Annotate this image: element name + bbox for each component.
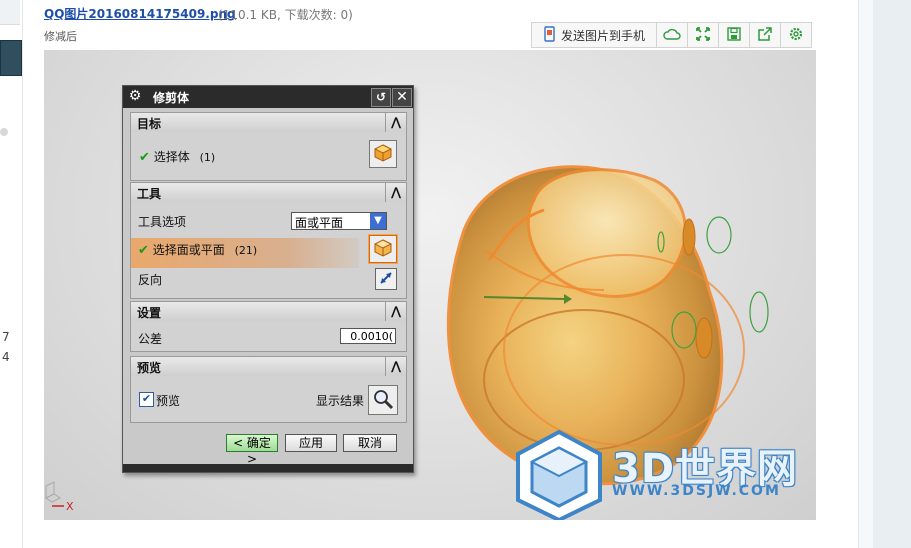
triad-x-label: X	[66, 500, 74, 513]
check-icon: ✔	[139, 150, 150, 165]
collapse-icon[interactable]: ⋀	[385, 302, 406, 321]
tool-option-label: 工具选项	[138, 215, 187, 229]
section-tool-header[interactable]: 工具 ⋀	[130, 182, 407, 203]
share-icon	[758, 26, 772, 44]
send-to-phone-label: 发送图片到手机	[560, 28, 645, 43]
save-button[interactable]	[718, 22, 750, 48]
section-target-body: ✔ 选择体 (1)	[130, 132, 407, 181]
fullscreen-button[interactable]	[687, 22, 719, 48]
select-face-label: 选择面或平面	[152, 243, 225, 257]
reset-icon[interactable]: ↺	[371, 88, 391, 107]
dialog-title: 修剪体	[153, 91, 190, 105]
trim-body-dialog: ⚙ 修剪体 ↺ ✕ 目标 ⋀ ✔ 选择体 (1) 工具 ⋀ 工具选项 面或平面 …	[122, 85, 414, 473]
image-caption: 修减后	[44, 30, 77, 43]
section-settings-header[interactable]: 设置 ⋀	[130, 301, 407, 322]
left-strip: 7 4	[0, 0, 23, 548]
left-strip-dot	[0, 128, 8, 136]
show-result-label: 显示结果	[316, 394, 365, 408]
section-target-header[interactable]: 目标 ⋀	[130, 112, 407, 133]
section-tool-label: 工具	[137, 187, 162, 201]
tool-option-value: 面或平面	[295, 216, 344, 230]
select-body-count: (1)	[199, 151, 216, 164]
preview-checkbox[interactable]: ✔	[139, 392, 154, 407]
phone-send-icon	[543, 25, 557, 45]
save-icon	[727, 26, 741, 44]
cancel-button[interactable]: 取消	[343, 434, 397, 452]
cloud-button[interactable]	[656, 22, 688, 48]
apply-button[interactable]: 应用	[285, 434, 337, 452]
tolerance-label: 公差	[138, 332, 163, 346]
select-face-count: (21)	[234, 244, 258, 257]
settings-icon	[788, 26, 804, 45]
select-face-text: ✔ 选择面或平面 (21)	[138, 241, 257, 258]
left-strip-number: 4	[2, 350, 10, 364]
select-face-button[interactable]	[369, 235, 397, 263]
dialog-gear-icon[interactable]: ⚙	[127, 88, 143, 104]
dialog-titlebar[interactable]: ⚙ 修剪体 ↺ ✕	[123, 86, 413, 108]
reverse-direction-button[interactable]	[375, 268, 397, 290]
tool-option-select[interactable]: 面或平面 ▼	[291, 212, 387, 230]
collapse-icon[interactable]: ⋀	[385, 113, 406, 132]
magnifier-icon	[372, 388, 394, 413]
dialog-footer	[123, 464, 413, 472]
cube-icon	[373, 143, 393, 165]
select-body-row[interactable]: ✔ 选择体 (1)	[139, 148, 215, 165]
share-button[interactable]	[749, 22, 781, 48]
face-cube-icon	[373, 238, 393, 260]
close-icon[interactable]: ✕	[392, 88, 412, 107]
tolerance-input[interactable]: 0.0010(	[340, 328, 396, 344]
reverse-label: 反向	[138, 273, 163, 287]
section-preview-label: 预览	[137, 361, 162, 375]
section-settings-label: 设置	[137, 306, 162, 320]
fullscreen-icon	[696, 26, 710, 44]
section-target-label: 目标	[137, 117, 162, 131]
send-to-phone-button[interactable]: 发送图片到手机	[531, 22, 657, 48]
preview-label: 预览	[156, 394, 181, 408]
reverse-direction-icon	[379, 271, 393, 288]
collapse-icon[interactable]: ⋀	[385, 357, 406, 376]
collapse-icon[interactable]: ⋀	[385, 183, 406, 202]
cloud-icon	[663, 27, 681, 44]
select-body-label: 选择体	[153, 150, 190, 164]
watermark-logo	[516, 430, 602, 520]
ok-button[interactable]: < 确定 >	[226, 434, 278, 466]
right-gutter	[858, 0, 874, 548]
check-icon: ✔	[138, 243, 149, 258]
left-strip-top	[0, 0, 20, 25]
chevron-down-icon[interactable]: ▼	[370, 213, 386, 229]
watermark-url: WWW.3DSJW.COM	[612, 483, 781, 499]
image-toolbar: 发送图片到手机	[531, 22, 812, 48]
right-strip	[873, 0, 911, 548]
left-strip-thumbnail[interactable]	[0, 40, 22, 76]
file-meta: (110.1 KB, 下载次数: 0)	[218, 8, 353, 22]
left-strip-number: 7	[2, 330, 10, 344]
select-body-button[interactable]	[369, 140, 397, 168]
section-preview-header[interactable]: 预览 ⋀	[130, 356, 407, 377]
settings-button[interactable]	[780, 22, 812, 48]
file-link[interactable]: QQ图片20160814175409.png	[44, 5, 236, 22]
show-result-button[interactable]	[368, 385, 398, 415]
